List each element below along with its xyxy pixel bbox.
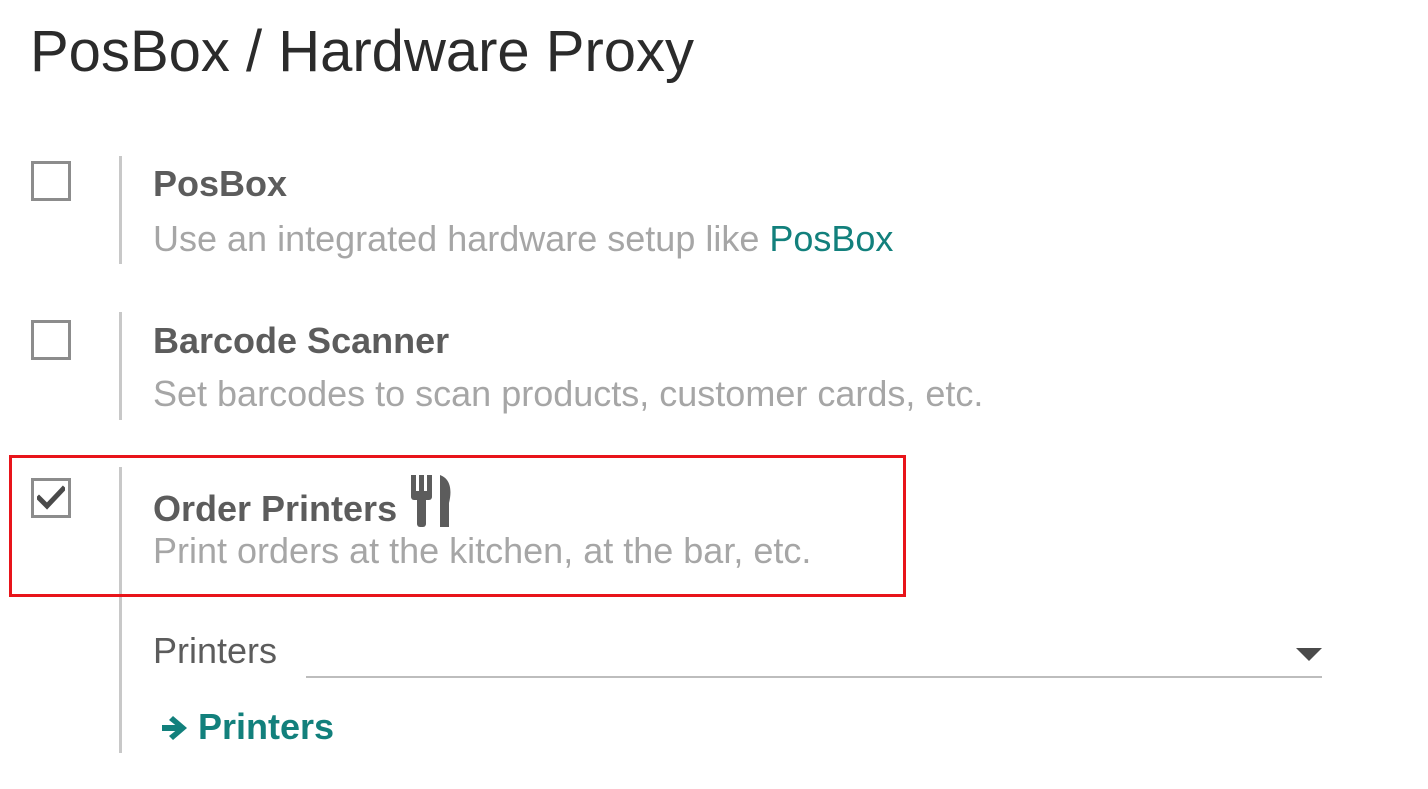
printers-field-label: Printers bbox=[153, 630, 278, 671]
description-text: Use an integrated hardware setup like bbox=[153, 218, 770, 259]
printers-select[interactable] bbox=[306, 628, 1322, 678]
setting-title-barcode-scanner: Barcode Scanner bbox=[153, 320, 450, 361]
divider bbox=[119, 467, 122, 753]
posbox-checkbox[interactable] bbox=[31, 161, 71, 201]
printers-link-label: Printers bbox=[198, 706, 335, 747]
setting-title-order-printers: Order Printers bbox=[153, 475, 453, 536]
setting-description-barcode-scanner: Set barcodes to scan products, customer … bbox=[153, 373, 984, 414]
order-printers-checkbox[interactable] bbox=[31, 478, 71, 518]
setting-description-posbox: Use an integrated hardware setup like Po… bbox=[153, 218, 893, 260]
setting-description-order-printers: Print orders at the kitchen, at the bar,… bbox=[153, 530, 812, 571]
caret-down-icon[interactable] bbox=[1296, 648, 1322, 661]
fork-knife-icon bbox=[409, 475, 453, 536]
arrow-right-icon bbox=[160, 710, 190, 752]
printers-link[interactable]: Printers bbox=[160, 706, 334, 752]
divider bbox=[119, 312, 122, 420]
highlight-box bbox=[9, 455, 906, 597]
setting-title-posbox: PosBox bbox=[153, 163, 288, 204]
posbox-link[interactable]: PosBox bbox=[769, 218, 893, 259]
checkmark-icon bbox=[37, 485, 65, 510]
barcode-scanner-checkbox[interactable] bbox=[31, 320, 71, 360]
page-title: PosBox / Hardware Proxy bbox=[30, 19, 695, 84]
order-printers-label: Order Printers bbox=[153, 488, 398, 529]
divider bbox=[119, 156, 122, 264]
